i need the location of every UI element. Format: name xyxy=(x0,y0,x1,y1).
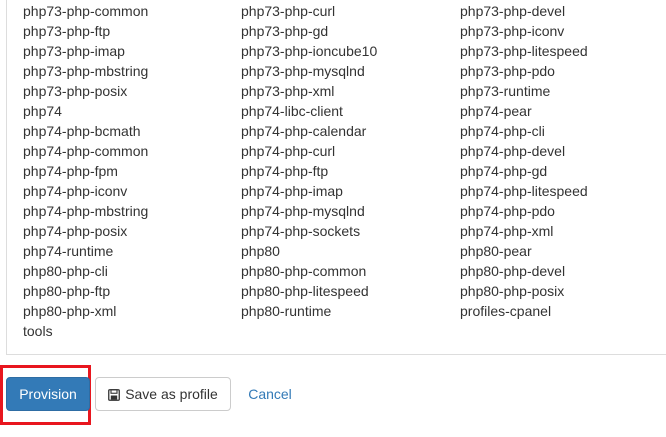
save-as-profile-button[interactable]: Save as profile xyxy=(95,377,231,411)
package-item: php73-php-posix xyxy=(23,83,128,99)
package-item: php80-php-ftp xyxy=(23,283,111,299)
package-item: php74-php-litespeed xyxy=(460,183,588,199)
package-item: php73-php-mbstring xyxy=(23,63,149,79)
provision-page: php73-php-common php73-php-curl php73-php-… xyxy=(0,0,666,437)
package-item: profiles-cpanel xyxy=(460,303,552,319)
package-item: php80-pear xyxy=(460,243,532,259)
cancel-link[interactable]: Cancel xyxy=(240,377,300,411)
package-item: php73-php-mysqlnd xyxy=(241,63,365,79)
package-item: php74-pear xyxy=(460,103,532,119)
package-item: php74-php-posix xyxy=(23,223,128,239)
package-item: php74-php-mbstring xyxy=(23,203,149,219)
package-item: php80 xyxy=(241,243,280,259)
package-item: php80-php-xml xyxy=(23,303,117,319)
package-item: php73-php-litespeed xyxy=(460,43,588,59)
package-item: php74-php-bcmath xyxy=(23,123,141,139)
package-item: php73-php-gd xyxy=(241,23,329,39)
package-item: php80-php-litespeed xyxy=(241,283,369,299)
action-bar: Provision Save as profile Cancel xyxy=(0,362,666,437)
package-item: php73-php-ftp xyxy=(23,23,111,39)
package-item: php74 xyxy=(23,103,62,119)
floppy-disk-icon xyxy=(108,388,121,401)
package-item: php73-php-common xyxy=(23,3,149,19)
package-item: php74-php-common xyxy=(23,143,149,159)
package-item: php80-runtime xyxy=(241,303,332,319)
package-item: php73-php-pdo xyxy=(460,63,555,79)
save-as-profile-label: Save as profile xyxy=(125,386,218,402)
package-item: php74-php-ftp xyxy=(241,163,329,179)
package-item: php74-php-devel xyxy=(460,143,566,159)
package-item: php74-php-sockets xyxy=(241,223,361,239)
package-item: php74-php-iconv xyxy=(23,183,128,199)
package-item: php73-php-ioncube10 xyxy=(241,43,378,59)
package-item: php73-runtime xyxy=(460,83,551,99)
package-item: php80-php-posix xyxy=(460,283,565,299)
package-item: php74-php-fpm xyxy=(23,163,118,179)
package-item: php74-php-gd xyxy=(460,163,548,179)
package-item: tools xyxy=(23,323,53,339)
package-item: php74-runtime xyxy=(23,243,114,259)
package-list-panel: php73-php-common php73-php-curl php73-php-… xyxy=(6,0,666,355)
package-item: php74-php-mysqlnd xyxy=(241,203,365,219)
package-item: php73-php-xml xyxy=(241,83,335,99)
package-item: php74-php-curl xyxy=(241,143,336,159)
package-item: php74-php-pdo xyxy=(460,203,555,219)
package-item: php74-php-xml xyxy=(460,223,554,239)
package-item: php74-libc-client xyxy=(241,103,343,119)
package-item: php73-php-imap xyxy=(23,43,125,59)
provision-button[interactable]: Provision xyxy=(6,377,90,411)
package-item: php80-php-common xyxy=(241,263,367,279)
package-item: php74-php-calendar xyxy=(241,123,367,139)
package-item: php73-php-iconv xyxy=(460,23,565,39)
package-item: php73-php-devel xyxy=(460,3,566,19)
package-item: php80-php-devel xyxy=(460,263,566,279)
package-item: php74-php-cli xyxy=(460,123,545,139)
package-item: php74-php-imap xyxy=(241,183,343,199)
package-grid: php73-php-common php73-php-curl php73-php-… xyxy=(23,1,660,341)
package-item: php80-php-cli xyxy=(23,263,108,279)
package-item: php73-php-curl xyxy=(241,3,336,19)
